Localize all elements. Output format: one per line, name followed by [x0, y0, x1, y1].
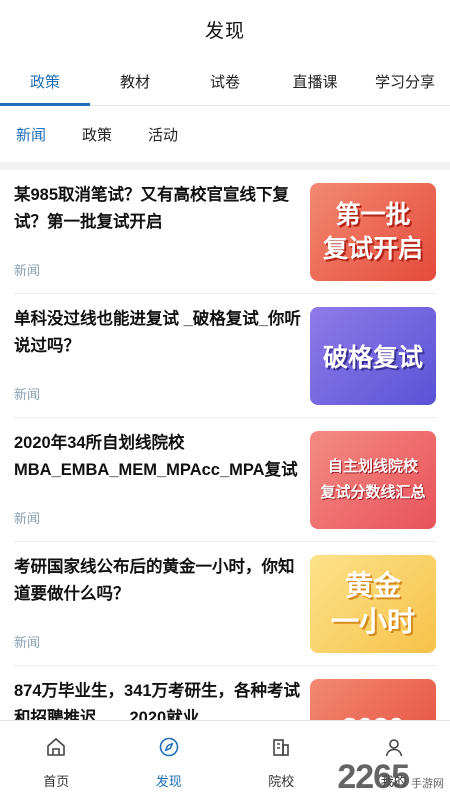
thumbnail-text: 自主划线院校: [327, 458, 418, 475]
article-title: 单科没过线也能进复试 _破格复试_你听说过吗？: [14, 310, 301, 355]
nav-label: 首页: [43, 774, 70, 789]
tab-exam-papers[interactable]: 试卷: [180, 58, 270, 105]
tab-textbook[interactable]: 教材: [90, 58, 180, 105]
subtab-news[interactable]: 新闻: [16, 124, 46, 145]
category-tabs: 政策 教材 试卷 直播课 学习分享: [0, 58, 450, 106]
thumbnail-text: 黄金: [344, 570, 401, 601]
compass-icon: [157, 735, 181, 759]
thumbnail-text: 2020: [342, 712, 404, 720]
thumbnail-text: 复试开启: [322, 235, 423, 263]
article-list: 某985取消笔试？又有高校官宣线下复试？第一批复试开启 新闻 第一批 复试开启 …: [0, 170, 450, 720]
tab-live-class[interactable]: 直播课: [270, 58, 360, 105]
article-text: 874万毕业生，341万考研生，各种考试和招聘推迟……2020就业: [14, 678, 304, 720]
nav-label: 发现: [155, 774, 182, 789]
list-item[interactable]: 单科没过线也能进复试 _破格复试_你听说过吗？ 新闻 破格复试: [14, 294, 436, 418]
list-item[interactable]: 874万毕业生，341万考研生，各种考试和招聘推迟……2020就业 新闻 202…: [14, 666, 436, 720]
article-text: 某985取消笔试？又有高校官宣线下复试？第一批复试开启: [14, 182, 304, 236]
article-title: 某985取消笔试？又有高校官宣线下复试？第一批复试开启: [14, 186, 290, 231]
watermark-text: 手游网: [411, 778, 444, 790]
user-icon: [382, 735, 406, 759]
article-category: 新闻: [14, 511, 41, 526]
article-thumbnail[interactable]: 黄金 一小时: [310, 555, 436, 653]
article-thumbnail[interactable]: 2020: [310, 679, 436, 720]
section-divider: [0, 162, 450, 170]
article-title: 874万毕业生，341万考研生，各种考试和招聘推迟……2020就业: [14, 682, 301, 720]
list-item[interactable]: 考研国家线公布后的黄金一小时，你知道要做什么吗？ 新闻 黄金 一小时: [14, 542, 436, 666]
article-category: 新闻: [14, 387, 41, 402]
building-icon: [269, 735, 293, 759]
subtab-policy[interactable]: 政策: [82, 124, 112, 145]
list-item[interactable]: 某985取消笔试？又有高校官宣线下复试？第一批复试开启 新闻 第一批 复试开启: [14, 170, 436, 294]
list-item[interactable]: 2020年34所自划线院校MBA_EMBA_MEM_MPAcc_MPA复试分..…: [14, 418, 436, 542]
nav-discover[interactable]: 发现: [113, 721, 226, 800]
nav-home[interactable]: 首页: [0, 721, 113, 800]
thumbnail-text: 第一批: [335, 201, 411, 229]
subtab-activity[interactable]: 活动: [148, 124, 178, 145]
article-category: 新闻: [14, 263, 41, 278]
home-icon: [44, 735, 68, 759]
article-text: 考研国家线公布后的黄金一小时，你知道要做什么吗？: [14, 554, 304, 608]
site-watermark: 2265 手游网: [337, 760, 444, 794]
nav-label: 院校: [268, 774, 295, 789]
nav-schools[interactable]: 院校: [225, 721, 338, 800]
thumbnail-text: 破格复试: [322, 344, 423, 372]
article-category: 新闻: [14, 635, 41, 650]
article-text: 2020年34所自划线院校MBA_EMBA_MEM_MPAcc_MPA复试分..…: [14, 430, 304, 484]
article-title: 2020年34所自划线院校MBA_EMBA_MEM_MPAcc_MPA复试分..…: [14, 434, 298, 479]
sub-tabs: 新闻 政策 活动: [0, 106, 450, 162]
article-text: 单科没过线也能进复试 _破格复试_你听说过吗？: [14, 306, 304, 360]
top-header: 发现: [0, 0, 450, 58]
thumbnail-text: 复试分数线汇总: [320, 484, 426, 501]
tab-study-share[interactable]: 学习分享: [360, 58, 450, 105]
page-title: 发现: [204, 20, 245, 42]
article-thumbnail[interactable]: 破格复试: [310, 307, 436, 405]
article-thumbnail[interactable]: 自主划线院校 复试分数线汇总: [310, 431, 436, 529]
thumbnail-text: 一小时: [330, 606, 415, 637]
tab-policy[interactable]: 政策: [0, 58, 90, 106]
article-title: 考研国家线公布后的黄金一小时，你知道要做什么吗？: [14, 558, 295, 603]
watermark-number: 2265: [337, 758, 410, 796]
article-thumbnail[interactable]: 第一批 复试开启: [310, 183, 436, 281]
